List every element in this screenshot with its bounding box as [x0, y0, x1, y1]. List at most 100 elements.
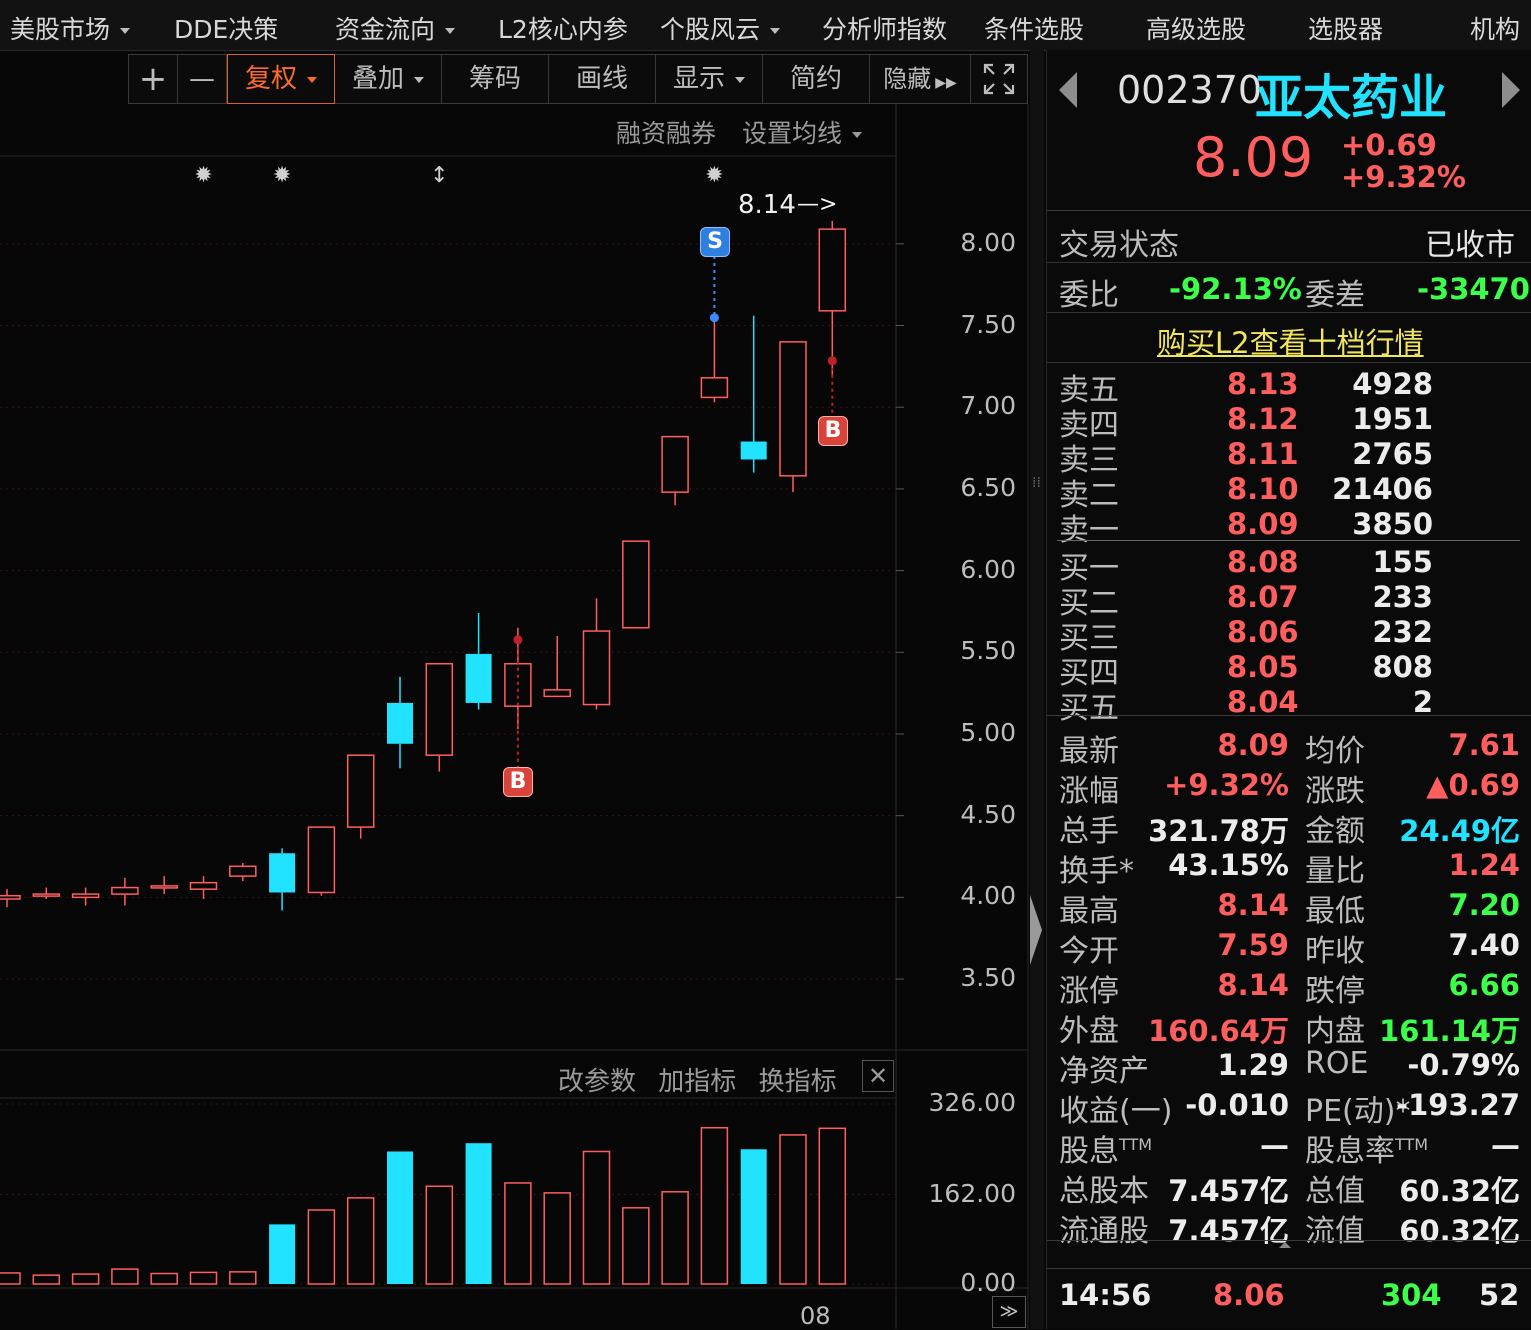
candle[interactable]	[189, 876, 218, 899]
prev-stock-icon[interactable]	[1059, 72, 1077, 108]
volume-bar[interactable]	[425, 1185, 454, 1285]
candle-body	[307, 826, 336, 894]
menu-label: 条件选股	[984, 15, 1085, 44]
volume-bar[interactable]	[818, 1127, 847, 1285]
volume-bar[interactable]	[150, 1272, 178, 1285]
menu-advanced-select[interactable]: 高级选股	[1146, 10, 1246, 46]
weicha-label: 委差	[1305, 278, 1365, 313]
add-indicator-link[interactable]: 加指标	[658, 1067, 736, 1097]
volume-bar[interactable]	[189, 1271, 218, 1285]
expand-up-icon[interactable]	[1279, 1242, 1291, 1248]
zoom-in-button[interactable]: +	[129, 55, 178, 103]
chips-button[interactable]: 筹码	[442, 55, 549, 103]
display-dropdown[interactable]: 显示	[656, 55, 763, 103]
volume-bar[interactable]	[582, 1150, 611, 1285]
candle[interactable]	[543, 635, 571, 698]
scroll-right-icon[interactable]: ≫	[992, 1296, 1026, 1328]
zoom-out-button[interactable]: —	[178, 55, 227, 103]
fullscreen-button[interactable]	[971, 55, 1027, 103]
menu-stock-news[interactable]: 个股风云	[660, 10, 781, 46]
menu-us-market[interactable]: 美股市场	[10, 10, 131, 46]
next-stock-icon[interactable]	[1502, 72, 1520, 108]
candle[interactable]	[661, 435, 689, 506]
candle[interactable]	[307, 826, 336, 896]
volume-series	[0, 1126, 847, 1285]
draw-line-button[interactable]: 画线	[549, 55, 656, 103]
volume-bar[interactable]	[465, 1143, 492, 1284]
menu-dde[interactable]: DDE决策	[174, 10, 278, 46]
volume-bar[interactable]	[504, 1182, 532, 1285]
candle[interactable]	[622, 540, 650, 629]
candle[interactable]	[111, 877, 139, 906]
candle[interactable]	[150, 876, 178, 895]
hide-button[interactable]: 隐藏 ▶▶	[870, 55, 971, 103]
stat-label: 换手*	[1059, 846, 1134, 890]
buy-l2-link[interactable]: 购买L2查看十档行情	[1157, 320, 1424, 362]
volume-bar[interactable]	[111, 1268, 139, 1285]
level-price: 8.12	[1227, 402, 1299, 436]
volume-bar[interactable]	[622, 1207, 650, 1285]
volume-bar[interactable]	[543, 1192, 571, 1285]
volume-bar[interactable]	[71, 1273, 100, 1285]
candle[interactable]	[779, 341, 807, 493]
volume-bar[interactable]	[387, 1151, 413, 1284]
volume-bar[interactable]	[346, 1197, 375, 1285]
panel-splitter[interactable]	[1030, 50, 1044, 1329]
level-volume: 233	[1372, 580, 1433, 614]
candle[interactable]	[465, 613, 492, 710]
stat-label-text: 股息	[1059, 1134, 1119, 1169]
event-marker-icon[interactable]: ✹	[194, 163, 212, 188]
close-indicator-icon[interactable]: ✕	[862, 1060, 894, 1092]
stock-name: 亚太药业	[1255, 70, 1448, 126]
candle[interactable]	[269, 848, 296, 911]
volume-tick-label: 162.00	[928, 1178, 1016, 1208]
menu-institution[interactable]: 机构	[1470, 10, 1520, 46]
menu-capital-flow[interactable]: 资金流向	[335, 10, 456, 46]
collapse-panel-icon[interactable]	[1030, 895, 1042, 965]
change-params-link[interactable]: 改参数	[558, 1067, 636, 1097]
fuquan-dropdown[interactable]: 复权	[227, 54, 335, 104]
chevron-down-icon	[735, 76, 745, 83]
stat-value: 7.59	[1217, 928, 1289, 962]
stat-label-text: 最低	[1305, 894, 1365, 929]
candle[interactable]	[425, 662, 454, 772]
grip-icon: ⁞⁞	[1032, 475, 1041, 491]
menu-condition-select[interactable]: 条件选股	[984, 10, 1084, 46]
volume-bar[interactable]	[0, 1272, 21, 1285]
divider	[1047, 362, 1531, 363]
sell-signal-badge[interactable]: S	[700, 227, 730, 257]
volume-bar[interactable]	[700, 1126, 729, 1285]
buy-signal-badge[interactable]: B	[818, 416, 848, 446]
volume-bar[interactable]	[779, 1134, 807, 1285]
event-marker-icon[interactable]: ✹	[273, 163, 291, 188]
stat-label-text: 总值	[1305, 1174, 1365, 1209]
price-tick-label: 7.50	[960, 309, 1016, 339]
switch-indicator-link[interactable]: 换指标	[759, 1067, 837, 1097]
stat-label: 股息TTM	[1059, 1126, 1152, 1170]
kline-chart[interactable]: ✹ ✹ ↕ ✹	[0, 104, 1030, 1329]
menu-analyst-index[interactable]: 分析师指数	[822, 10, 947, 46]
event-marker-icon[interactable]: ✹	[705, 163, 723, 188]
candle[interactable]	[700, 315, 729, 403]
volume-bar[interactable]	[32, 1274, 61, 1285]
candle[interactable]	[582, 598, 611, 710]
candle[interactable]	[229, 863, 257, 882]
event-marker-updown-icon[interactable]: ↕	[430, 163, 448, 188]
menu-l2[interactable]: L2核心内参	[498, 10, 628, 46]
volume-bar[interactable]	[229, 1271, 257, 1285]
candle[interactable]	[818, 220, 847, 375]
volume-bar[interactable]	[307, 1209, 336, 1285]
candle[interactable]	[0, 889, 21, 908]
candle[interactable]	[346, 754, 375, 839]
buy-signal-badge[interactable]: B	[503, 767, 533, 797]
volume-bar[interactable]	[740, 1149, 767, 1284]
volume-bar[interactable]	[269, 1224, 296, 1284]
volume-bar[interactable]	[661, 1191, 689, 1285]
candle[interactable]	[71, 887, 100, 906]
simple-mode-button[interactable]: 简约	[763, 55, 870, 103]
overlay-dropdown[interactable]: 叠加	[335, 55, 442, 103]
candle[interactable]	[740, 315, 767, 473]
candle-body	[111, 886, 139, 895]
menu-stock-picker[interactable]: 选股器	[1308, 10, 1383, 46]
candle[interactable]	[387, 676, 413, 769]
